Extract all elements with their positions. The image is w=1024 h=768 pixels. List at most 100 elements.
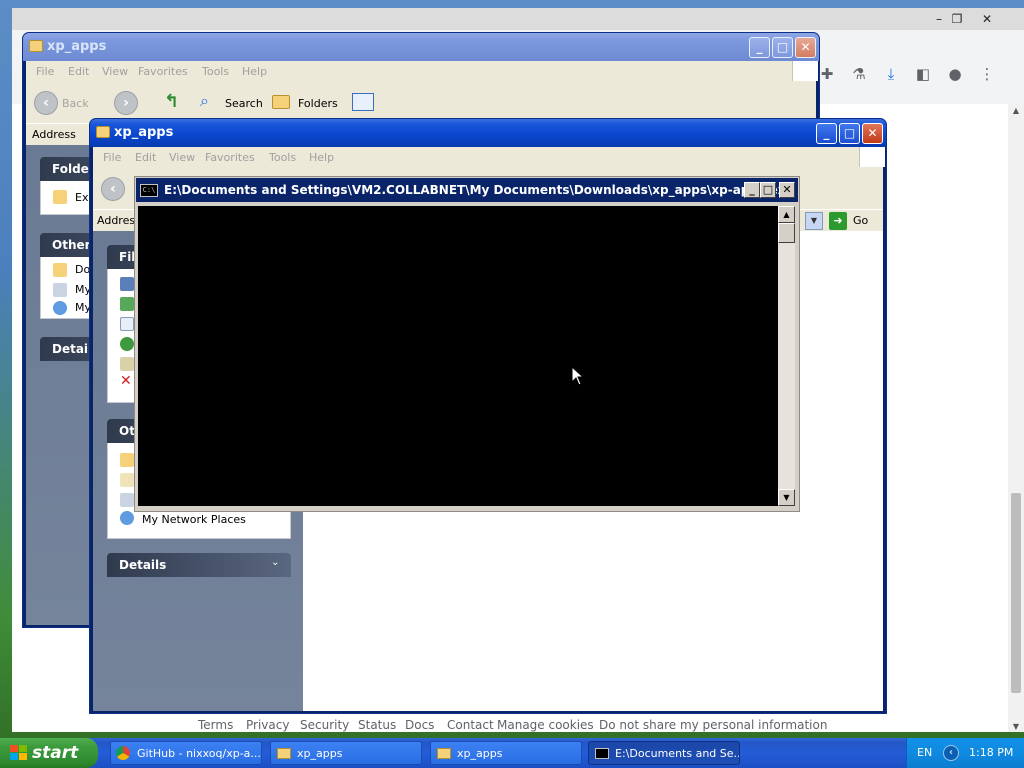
go-arrow-icon[interactable]: ➜ xyxy=(829,212,847,230)
folder-icon xyxy=(29,40,43,52)
browser-scroll-up[interactable]: ▲ xyxy=(1008,104,1024,118)
menu-favorites[interactable]: Favorites xyxy=(205,151,255,164)
menu-help[interactable]: Help xyxy=(309,151,334,164)
windows-flag-icon xyxy=(792,61,818,81)
chevron-down-icon[interactable]: ⌄ xyxy=(271,557,279,568)
details-header[interactable]: Details xyxy=(107,553,291,577)
my-computer-icon xyxy=(120,493,134,507)
labs-flask-icon[interactable]: ⚗ xyxy=(848,63,870,85)
taskbar-button-console[interactable]: E:\Documents and Se... xyxy=(588,741,740,765)
move-icon[interactable] xyxy=(120,297,134,311)
side-panel-icon[interactable]: ◧ xyxy=(912,63,934,85)
rename-icon[interactable] xyxy=(120,277,134,291)
back-close-button[interactable]: ✕ xyxy=(795,37,816,58)
menu-edit[interactable]: Edit xyxy=(135,151,156,164)
network-places-icon xyxy=(53,301,67,315)
network-places-icon xyxy=(120,511,134,525)
clock[interactable]: 1:18 PM xyxy=(969,746,1013,759)
folder-icon xyxy=(277,748,291,759)
language-indicator[interactable]: EN xyxy=(917,746,932,759)
folder-icon xyxy=(120,453,134,467)
browser-titlebar xyxy=(12,8,1024,30)
taskbar-button-label: xp_apps xyxy=(297,747,343,760)
taskbar-button-github[interactable]: GitHub - nixxoq/xp-a... xyxy=(110,741,262,765)
profile-avatar-icon[interactable]: ● xyxy=(944,63,966,85)
console-icon xyxy=(595,748,609,759)
windows-logo-icon xyxy=(10,745,27,760)
menu-view[interactable]: View xyxy=(169,151,195,164)
console-scroll-down[interactable]: ▼ xyxy=(778,489,795,506)
footer-link-privacy[interactable]: Privacy xyxy=(246,718,289,732)
publish-web-icon[interactable] xyxy=(120,337,134,351)
back-arrow-icon[interactable]: ‹ xyxy=(101,177,125,201)
menu-tools[interactable]: Tools xyxy=(269,151,296,164)
console-screen[interactable] xyxy=(138,206,778,506)
folder-task-item[interactable]: Ex xyxy=(75,191,88,204)
go-button[interactable]: Go xyxy=(853,214,868,227)
console-close-button[interactable]: ✕ xyxy=(779,182,795,198)
other-place-item[interactable]: Do xyxy=(75,263,90,276)
console-scrollbar[interactable] xyxy=(778,206,795,506)
taskbar-button-xp-apps-2[interactable]: xp_apps xyxy=(430,741,582,765)
views-icon[interactable] xyxy=(352,93,374,111)
footer-link-security[interactable]: Security xyxy=(300,718,349,732)
folder-icon xyxy=(437,748,451,759)
tray-arrow-icon[interactable]: ‹ xyxy=(943,745,959,761)
menu-help[interactable]: Help xyxy=(242,65,267,78)
footer-link-do-not-share[interactable]: Do not share my personal information xyxy=(599,718,827,732)
up-folder-icon[interactable]: ↰ xyxy=(164,91,184,113)
delete-icon[interactable]: ✕ xyxy=(120,373,132,389)
front-minimize-button[interactable]: _ xyxy=(816,123,837,144)
footer-link-terms[interactable]: Terms xyxy=(198,718,233,732)
forward-arrow-icon[interactable]: › xyxy=(114,91,138,115)
back-menubar: File Edit View Favorites Tools Help xyxy=(26,61,818,83)
menu-file[interactable]: File xyxy=(103,151,121,164)
browser-scroll-thumb[interactable] xyxy=(1011,493,1021,693)
footer-link-status[interactable]: Status xyxy=(358,718,396,732)
search-button[interactable]: Search xyxy=(225,97,263,110)
documents-icon xyxy=(120,473,134,487)
search-icon: ⌕ xyxy=(200,91,209,110)
download-icon[interactable]: ⤓ xyxy=(880,63,902,85)
taskbar-button-label: GitHub - nixxoq/xp-a... xyxy=(137,747,261,760)
footer-link-docs[interactable]: Docs xyxy=(405,718,434,732)
back-window-titlebar[interactable]: xp_apps xyxy=(23,33,819,61)
explore-folder-icon xyxy=(53,190,67,204)
folders-button[interactable]: Folders xyxy=(298,97,338,110)
menu-tools[interactable]: Tools xyxy=(202,65,229,78)
chrome-icon xyxy=(116,746,130,760)
back-toolbar: ‹ Back › ↰ ⌕ Search Folders xyxy=(26,83,816,123)
console-titlebar[interactable]: E:\Documents and Settings\VM2.COLLABNET\… xyxy=(136,178,798,202)
my-network-places-link[interactable]: My Network Places xyxy=(142,513,246,526)
address-dropdown-icon[interactable]: ▼ xyxy=(805,212,823,230)
menu-view[interactable]: View xyxy=(102,65,128,78)
front-menubar: File Edit View Favorites Tools Help xyxy=(93,147,885,169)
front-window-titlebar[interactable]: xp_apps xyxy=(90,119,886,147)
console-maximize-button[interactable]: □ xyxy=(760,182,776,198)
browser-close-button[interactable]: ✕ xyxy=(972,8,1002,30)
back-minimize-button[interactable]: _ xyxy=(749,37,770,58)
menu-file[interactable]: File xyxy=(36,65,54,78)
back-window-title: xp_apps xyxy=(47,39,107,54)
console-title: E:\Documents and Settings\VM2.COLLABNET\… xyxy=(164,183,794,197)
menu-edit[interactable]: Edit xyxy=(68,65,89,78)
folder-icon xyxy=(96,126,110,138)
front-close-button[interactable]: ✕ xyxy=(862,123,883,144)
menu-favorites[interactable]: Favorites xyxy=(138,65,188,78)
browser-scroll-down[interactable]: ▼ xyxy=(1008,720,1024,734)
copy-icon[interactable] xyxy=(120,317,134,331)
taskbar-button-xp-apps-1[interactable]: xp_apps xyxy=(270,741,422,765)
windows-flag-icon xyxy=(859,147,885,167)
footer-link-manage-cookies[interactable]: Manage cookies xyxy=(497,718,594,732)
footer-link-contact[interactable]: Contact xyxy=(447,718,494,732)
mouse-cursor-icon xyxy=(571,366,585,386)
email-icon[interactable] xyxy=(120,357,134,371)
console-scroll-up[interactable]: ▲ xyxy=(778,206,795,223)
browser-maximize-button[interactable]: ❐ xyxy=(942,8,972,30)
more-menu-icon[interactable]: ⋮ xyxy=(976,63,998,85)
back-maximize-button[interactable]: □ xyxy=(772,37,793,58)
front-maximize-button[interactable]: □ xyxy=(839,123,860,144)
back-arrow-icon[interactable]: ‹ xyxy=(34,91,58,115)
console-minimize-button[interactable]: _ xyxy=(744,182,760,198)
console-scroll-thumb[interactable] xyxy=(778,223,795,243)
